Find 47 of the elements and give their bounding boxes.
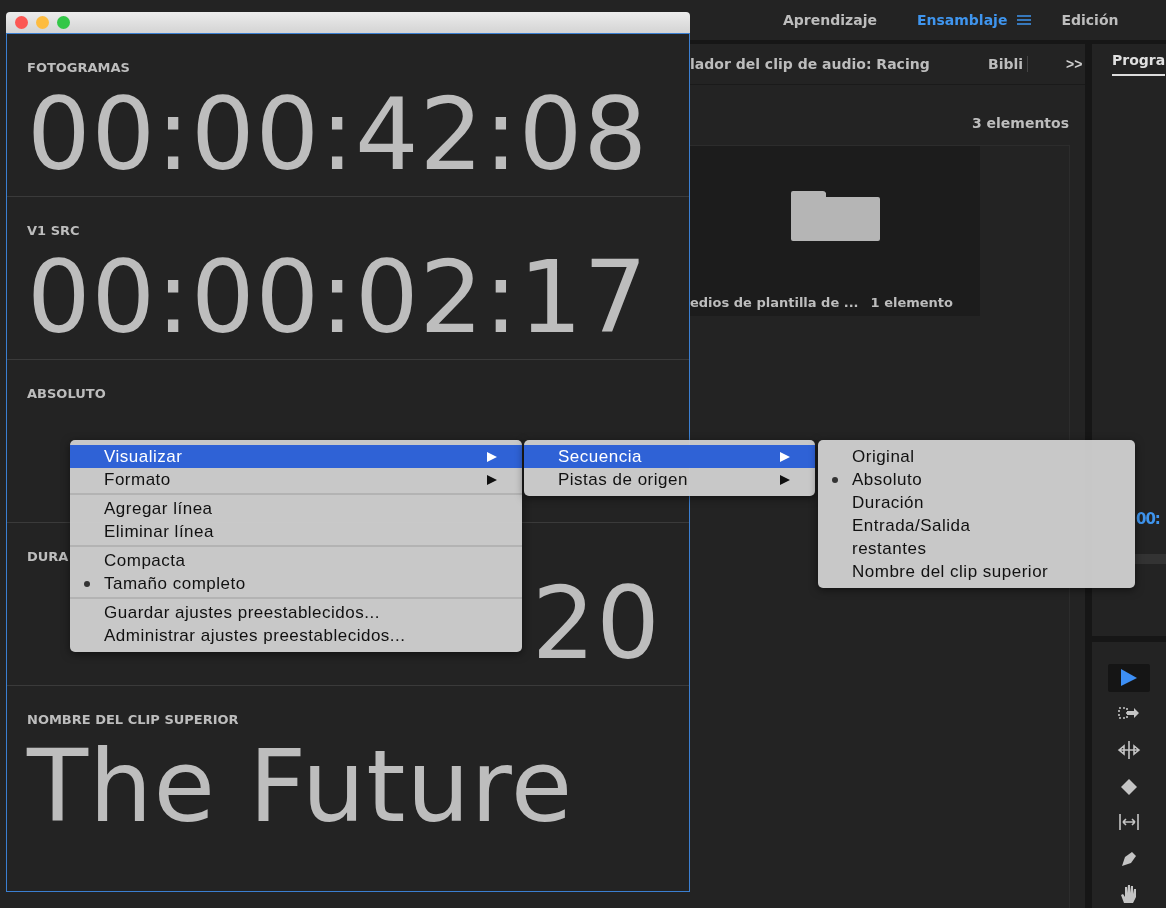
panel-tab[interactable]: Bibli bbox=[988, 56, 1029, 72]
menu-item[interactable]: Original bbox=[818, 445, 1135, 468]
menu-item[interactable]: Guardar ajustes preestablecidos... bbox=[70, 601, 522, 624]
ripple-icon bbox=[1117, 738, 1141, 762]
menu-item[interactable]: restantes bbox=[818, 537, 1135, 560]
item-count: 3 elementos bbox=[971, 115, 1069, 131]
close-button[interactable] bbox=[15, 16, 28, 29]
menu-item[interactable]: Visualizar bbox=[70, 445, 522, 468]
timecode: 00: bbox=[1136, 510, 1160, 528]
bin-name: edios de plantilla de ... bbox=[690, 295, 859, 310]
workspace-tab[interactable]: Edición bbox=[1061, 8, 1119, 32]
panel-tab[interactable]: lador del clip de audio: Racing bbox=[690, 56, 988, 72]
menu-item[interactable]: Duración bbox=[818, 491, 1135, 514]
bin-tile[interactable]: edios de plantilla de ... 1 elemento bbox=[690, 146, 980, 316]
section-label: V1 SRC bbox=[27, 223, 80, 238]
section-label: ABSOLUTO bbox=[27, 386, 106, 401]
menu-item[interactable]: Eliminar línea bbox=[70, 520, 522, 543]
panel-tab[interactable]: Progra bbox=[1112, 52, 1166, 76]
submenu-arrow-icon bbox=[486, 473, 498, 486]
menu-item[interactable]: Entrada/Salida bbox=[818, 514, 1135, 537]
section-label: FOTOGRAMAS bbox=[27, 60, 130, 75]
timecode-value: 20 bbox=[531, 574, 661, 674]
menu-item[interactable]: Agregar línea bbox=[70, 497, 522, 520]
menu-item[interactable]: Pistas de origen bbox=[524, 468, 815, 491]
menu-icon[interactable] bbox=[1017, 14, 1032, 26]
folder-icon bbox=[790, 191, 880, 241]
time-ruler bbox=[1132, 554, 1166, 564]
workspace-tab[interactable]: Ensamblaje bbox=[916, 8, 1008, 32]
timecode-value: 00:00:42:08 bbox=[27, 85, 649, 185]
timecode-value: 00:00:02:17 bbox=[27, 248, 649, 348]
menu-item[interactable]: Nombre del clip superior bbox=[818, 560, 1135, 583]
bin-count: 1 elemento bbox=[870, 295, 953, 310]
menu-item[interactable]: Tamaño completo bbox=[70, 572, 522, 595]
menu-item[interactable]: Secuencia bbox=[524, 445, 815, 468]
menu-item[interactable]: Absoluto bbox=[818, 468, 1135, 491]
section-label: DURA bbox=[27, 549, 69, 564]
workspace-tab[interactable]: Aprendizaje bbox=[783, 8, 877, 32]
submenu-arrow-icon bbox=[779, 450, 791, 463]
section-label: NOMBRE DEL CLIP SUPERIOR bbox=[27, 712, 239, 727]
menu-item[interactable]: Administrar ajustes preestablecidos... bbox=[70, 624, 522, 647]
overflow-button[interactable]: >> bbox=[1066, 56, 1083, 72]
selection-tool[interactable] bbox=[1108, 664, 1150, 692]
submenu-arrow-icon bbox=[779, 473, 791, 486]
timecode-value: The Future bbox=[27, 737, 574, 837]
submenu-arrow-icon bbox=[486, 450, 498, 463]
menu-item[interactable]: Compacta bbox=[70, 549, 522, 572]
menu-item[interactable]: Formato bbox=[70, 468, 522, 491]
